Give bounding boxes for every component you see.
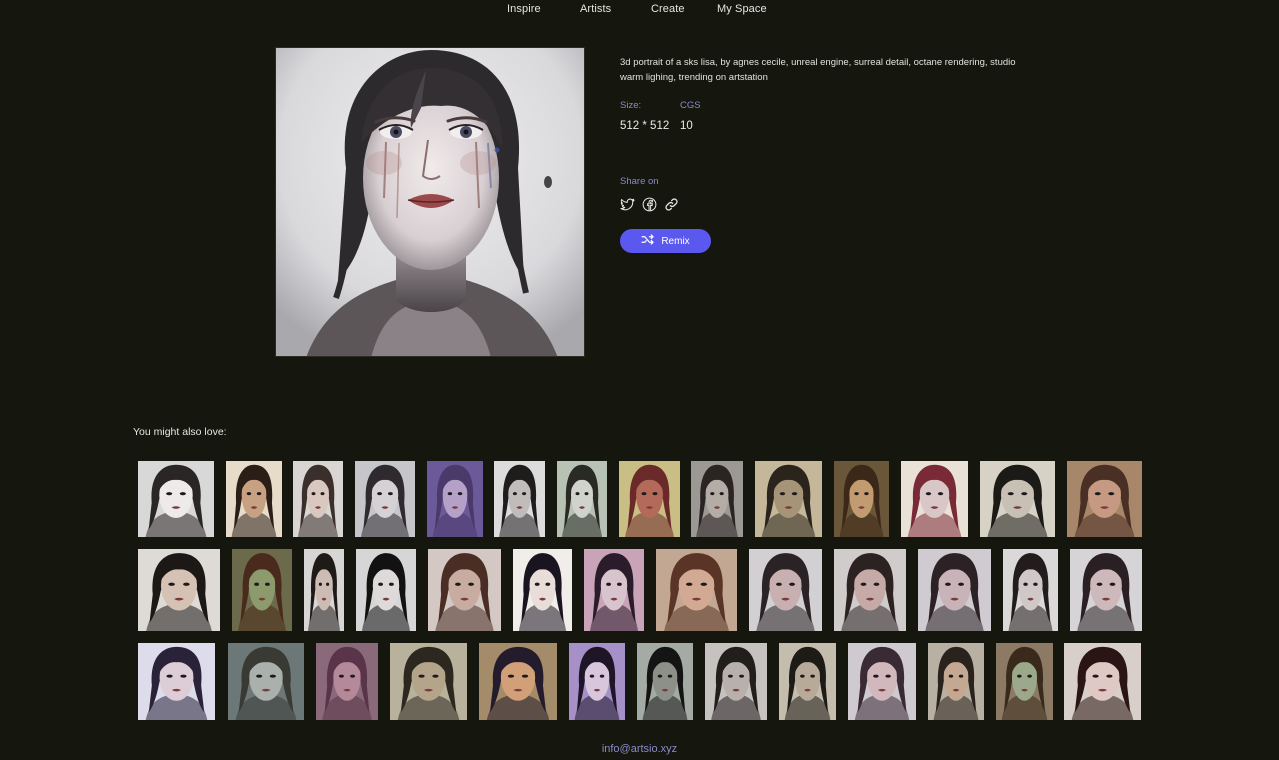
related-thumbnail[interactable] xyxy=(428,549,501,631)
remix-icon xyxy=(641,234,656,248)
related-thumbnail[interactable] xyxy=(928,643,984,720)
related-thumbnail[interactable] xyxy=(569,643,625,720)
size-label: Size: xyxy=(620,100,642,111)
related-thumbnail[interactable] xyxy=(755,461,822,537)
nav-artists[interactable]: Artists xyxy=(580,3,611,15)
related-thumbnail[interactable] xyxy=(316,643,378,720)
related-thumbnail[interactable] xyxy=(390,643,467,720)
related-thumbnail[interactable] xyxy=(427,461,483,537)
related-thumbnail[interactable] xyxy=(637,643,693,720)
share-label: Share on xyxy=(620,176,659,187)
related-thumbnail[interactable] xyxy=(513,549,572,631)
related-thumbnail[interactable] xyxy=(584,549,644,631)
related-thumbnail[interactable] xyxy=(656,549,737,631)
link-icon[interactable] xyxy=(664,197,679,212)
related-thumbnail[interactable] xyxy=(705,643,767,720)
related-thumbnail[interactable] xyxy=(779,643,836,720)
footer: info@artsio.xyz xyxy=(0,743,1279,755)
related-thumbnail[interactable] xyxy=(138,549,220,631)
related-thumbnail[interactable] xyxy=(749,549,822,631)
share-icons xyxy=(620,197,679,212)
related-thumbnail[interactable] xyxy=(834,549,906,631)
related-thumbnail[interactable] xyxy=(494,461,545,537)
related-thumbnail[interactable] xyxy=(901,461,968,537)
related-thumbnail[interactable] xyxy=(557,461,607,537)
facebook-icon[interactable] xyxy=(642,197,657,212)
related-thumbnail[interactable] xyxy=(1003,549,1058,631)
artwork-prompt: 3d portrait of a sks lisa, by agnes ceci… xyxy=(620,57,1016,83)
related-thumbnail[interactable] xyxy=(996,643,1053,720)
related-title: You might also love: xyxy=(133,426,227,438)
portrait-painting xyxy=(276,48,584,356)
related-thumbnail[interactable] xyxy=(232,549,292,631)
nav-create[interactable]: Create xyxy=(651,3,685,15)
related-thumbnail[interactable] xyxy=(918,549,991,631)
nav-inspire[interactable]: Inspire xyxy=(507,3,541,15)
contact-email-link[interactable]: info@artsio.xyz xyxy=(602,743,677,755)
related-thumbnail[interactable] xyxy=(356,549,416,631)
related-thumbnail[interactable] xyxy=(834,461,889,537)
related-thumbnail[interactable] xyxy=(138,643,215,720)
remix-button[interactable]: Remix xyxy=(620,229,711,253)
related-thumbnail[interactable] xyxy=(293,461,343,537)
cgs-value: 10 xyxy=(680,120,693,132)
artwork-image xyxy=(275,47,585,357)
related-thumbnail[interactable] xyxy=(619,461,680,537)
related-thumbnail[interactable] xyxy=(304,549,344,631)
related-thumbnail[interactable] xyxy=(848,643,916,720)
twitter-icon[interactable] xyxy=(620,197,635,212)
size-value: 512 * 512 xyxy=(620,120,670,132)
related-thumbnail[interactable] xyxy=(691,461,743,537)
related-thumbnail[interactable] xyxy=(1070,549,1142,631)
related-thumbnail[interactable] xyxy=(1064,643,1141,720)
top-nav: Inspire Artists Create My Space xyxy=(0,3,1279,17)
related-thumbnail[interactable] xyxy=(228,643,304,720)
related-thumbnail[interactable] xyxy=(226,461,282,537)
remix-label: Remix xyxy=(661,235,690,247)
related-thumbnail[interactable] xyxy=(355,461,415,537)
related-thumbnail[interactable] xyxy=(980,461,1055,537)
nav-my-space[interactable]: My Space xyxy=(717,3,767,15)
cgs-label: CGS xyxy=(680,100,701,111)
related-thumbnail[interactable] xyxy=(1067,461,1142,537)
related-thumbnail[interactable] xyxy=(479,643,557,720)
related-thumbnail[interactable] xyxy=(138,461,214,537)
